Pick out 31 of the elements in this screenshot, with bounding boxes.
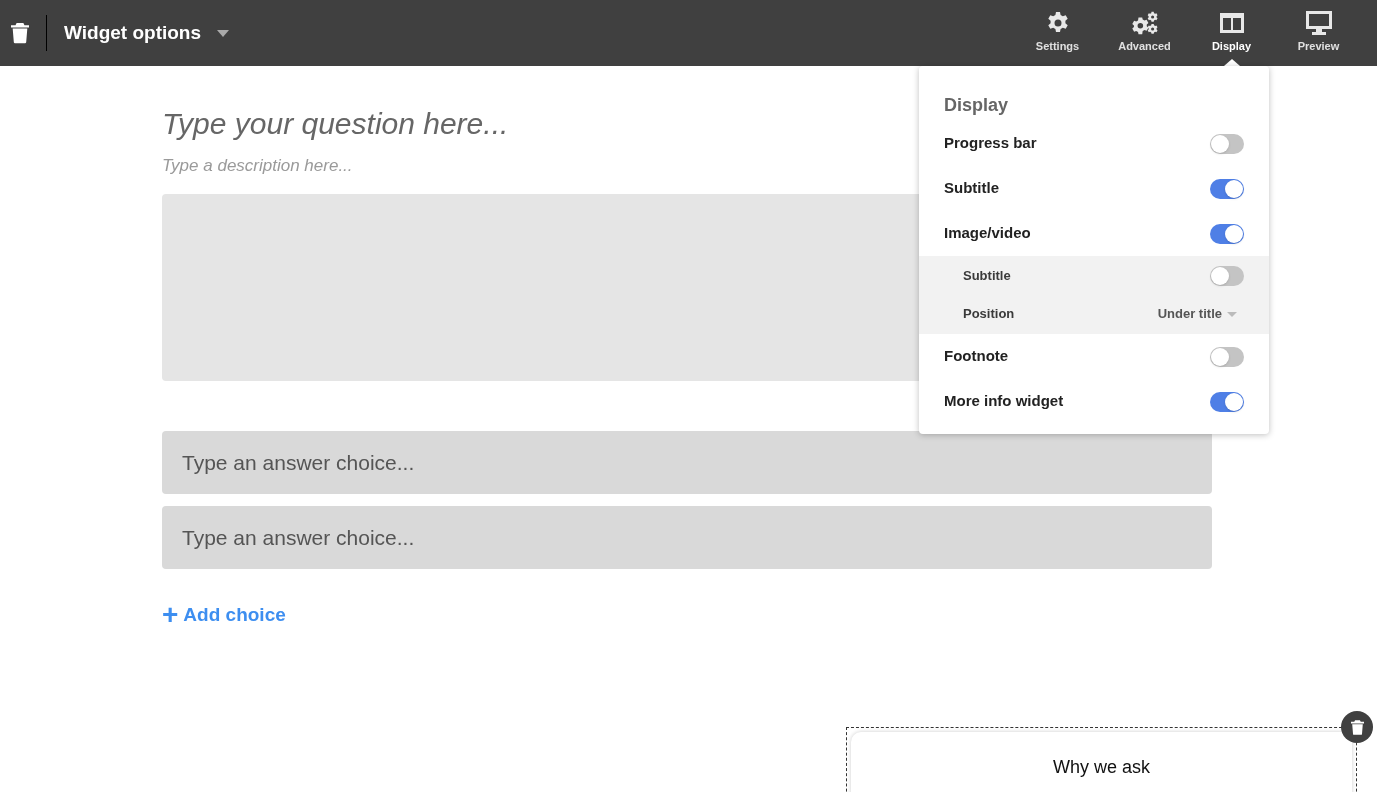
gears-icon <box>1131 11 1158 36</box>
delete-button[interactable] <box>1341 711 1373 743</box>
columns-icon <box>1218 11 1245 36</box>
answer-field[interactable]: Type an answer choice... <box>162 431 1212 494</box>
option-label: Progress bar <box>944 133 1037 154</box>
option-label: Position <box>963 305 1015 324</box>
trash-icon <box>11 22 29 44</box>
description-field[interactable]: Type a description here... <box>162 154 862 178</box>
position-dropdown[interactable]: Under title <box>1157 304 1237 324</box>
toolbar-tab[interactable]: Advanced <box>1101 0 1188 66</box>
widget-options-dropdown[interactable]: Widget options <box>64 18 230 48</box>
toggle-switch[interactable] <box>1210 133 1244 154</box>
option-label: Subtitle <box>963 267 1011 286</box>
monitor-icon <box>1305 11 1332 36</box>
toggle-switch[interactable] <box>1210 178 1244 199</box>
option-label: Footnote <box>944 346 1009 367</box>
toolbar-tab[interactable]: Preview <box>1275 0 1362 66</box>
question-title-field[interactable]: Type your question here... <box>162 102 862 144</box>
toggle-switch[interactable] <box>1210 346 1244 367</box>
toggle-switch[interactable] <box>1210 266 1244 286</box>
delete-button[interactable] <box>11 22 29 44</box>
trash-icon <box>1350 719 1364 735</box>
toggle-switch[interactable] <box>1210 223 1244 244</box>
option-label: More info widget <box>944 391 1064 412</box>
option-label: Image/video <box>944 223 1031 244</box>
option-label: Subtitle <box>944 178 999 199</box>
info-card-title: Why we ask <box>1053 756 1150 778</box>
answer-field[interactable]: Type an answer choice... <box>162 506 1212 569</box>
toggle-switch[interactable] <box>1210 391 1244 412</box>
panel-title: Display <box>943 94 1010 117</box>
toolbar-tab[interactable]: Settings <box>1014 0 1101 66</box>
